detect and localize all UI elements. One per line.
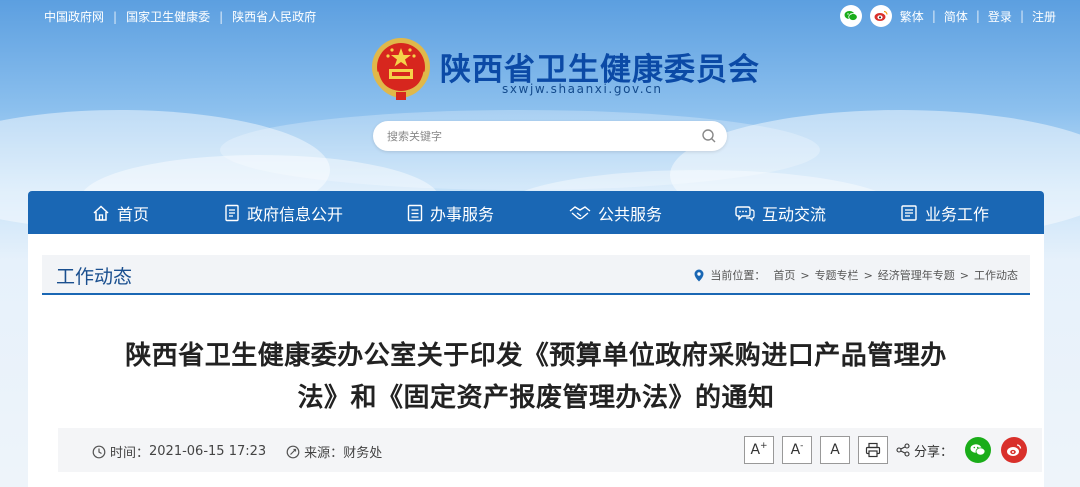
divider: | [113,9,118,24]
wechat-icon[interactable] [839,5,862,27]
source-icon [286,445,300,458]
nav-home[interactable]: 首页 [92,191,149,234]
font-decrease-button[interactable]: A- [782,436,812,464]
national-emblem-logo[interactable] [370,36,432,102]
site-domain: sxwjw.shaanxi.gov.cn [502,82,663,96]
font-button-label: A [750,442,761,458]
link-china-gov[interactable]: 中国政府网 [44,8,104,25]
breadcrumb-label: 当前位置： [710,269,766,282]
nav-label: 业务工作 [925,204,990,224]
share-weibo-button[interactable] [1001,437,1028,463]
search-input[interactable] [387,127,677,145]
nav-interaction[interactable]: 互动交流 [735,191,826,234]
divider: | [931,9,936,23]
main-nav: 首页 政府信息公开 办事服务 公共服务 互动交流 业务工作 [28,191,1044,234]
nav-public-services[interactable]: 公共服务 [569,191,662,234]
top-right-links: 繁体 | 简体 | 登录 | 注册 [839,5,1056,27]
article-time: 时间： 2021-06-15 17:23 [92,442,266,461]
link-register[interactable]: 注册 [1032,8,1056,25]
nav-label: 政府信息公开 [247,204,344,224]
content-panel: 工作动态 当前位置： 首页 > 专题专栏 > 经济管理年专题 > 工作动态 陕西… [28,234,1044,487]
form-icon [407,204,423,221]
article-tools: A + A- A 分享： [744,436,1037,464]
nav-label: 办事服务 [430,204,495,224]
breadcrumb: 当前位置： 首页 > 专题专栏 > 经济管理年专题 > 工作动态 [694,267,1018,283]
print-button[interactable] [858,436,888,464]
article-title: 陕西省卫生健康委办公室关于印发《预算单位政府采购进口产品管理办 法》和《固定资产… [28,335,1044,419]
nav-business-work[interactable]: 业务工作 [900,191,989,234]
source-value: 财务处 [343,446,383,461]
home-icon [93,204,109,221]
link-shaanxi-gov[interactable]: 陕西省人民政府 [232,8,316,25]
font-reset-button[interactable]: A [820,436,850,464]
weibo-icon[interactable] [869,5,892,27]
breadcrumb-separator: > [863,268,873,282]
nav-label: 互动交流 [762,204,827,224]
breadcrumb-economic-management[interactable]: 经济管理年专题 [878,267,955,283]
link-traditional-chinese[interactable]: 繁体 [900,8,924,25]
breadcrumb-special-topics[interactable]: 专题专栏 [815,267,859,283]
link-login[interactable]: 登录 [988,8,1012,25]
article-title-line: 法》和《固定资产报废管理办法》的通知 [297,383,775,413]
document-icon [225,204,239,221]
handshake-icon [569,205,591,219]
breadcrumb-separator: > [959,268,969,282]
nav-label: 公共服务 [598,204,663,224]
breadcrumb-work-news[interactable]: 工作动态 [974,267,1018,283]
printer-icon [865,442,881,458]
briefcase-icon [901,204,917,221]
nav-label: 首页 [117,204,150,224]
weibo-icon [1007,444,1022,456]
search-icon[interactable] [701,128,717,144]
font-increase-button[interactable]: A + [744,436,774,464]
font-button-label: A [790,442,801,458]
wechat-icon [970,444,986,456]
section-header: 工作动态 当前位置： 首页 > 专题专栏 > 经济管理年专题 > 工作动态 [42,255,1030,295]
share-icon [896,443,910,457]
article-info: 时间： 2021-06-15 17:23 来源： 财务处 [92,442,402,461]
top-bar: 中国政府网 | 国家卫生健康委 | 陕西省人民政府 繁体 | 简体 | 登录 |… [0,0,1080,32]
search-box [373,121,727,151]
divider: | [1019,9,1024,23]
top-links: 中国政府网 | 国家卫生健康委 | 陕西省人民政府 [44,8,316,25]
share-wechat-button[interactable] [965,437,992,463]
time-label: 时间： [110,446,150,461]
section-title: 工作动态 [56,266,133,288]
share-text: 分享： [914,444,954,460]
link-simplified-chinese[interactable]: 简体 [944,8,968,25]
nav-services[interactable]: 办事服务 [407,191,494,234]
chat-icon [735,205,755,221]
article-source: 来源： 财务处 [286,442,382,461]
source-label: 来源： [304,446,344,461]
divider: | [219,9,224,24]
share-label: 分享： [896,441,953,460]
location-pin-icon [694,269,704,281]
breadcrumb-separator: > [800,268,810,282]
link-nhc[interactable]: 国家卫生健康委 [126,8,210,25]
font-button-label: A [830,442,840,458]
article-title-line: 陕西省卫生健康委办公室关于印发《预算单位政府采购进口产品管理办 [125,341,947,371]
divider: | [975,9,980,23]
clock-icon [92,445,106,458]
time-value: 2021-06-15 17:23 [149,444,267,459]
breadcrumb-home[interactable]: 首页 [773,267,795,283]
nav-gov-info[interactable]: 政府信息公开 [224,191,343,234]
article-meta-bar: 时间： 2021-06-15 17:23 来源： 财务处 A + A- A 分享： [58,428,1042,472]
